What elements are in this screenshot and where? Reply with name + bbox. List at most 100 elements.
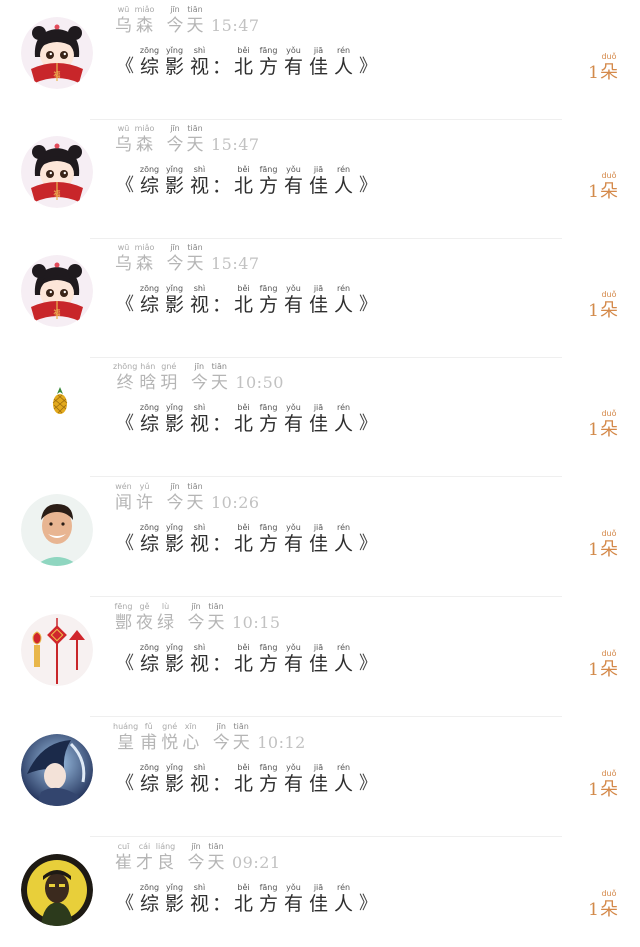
user-name[interactable]: wū 乌 miǎo 森 xyxy=(113,124,155,156)
user-name[interactable]: wén 闻 yǔ 许 xyxy=(113,482,155,514)
ruby-char: fāng 方 xyxy=(256,46,281,78)
close-quote: 》 xyxy=(359,893,378,914)
hanzi: 酆 xyxy=(115,613,132,633)
title-colon: ： xyxy=(212,413,232,435)
list-item[interactable]: zhōng 终 hán 晗 gné 玥 jīn 今 tiān 天 10:50 《 zōng 综 yǐng 影 s… xyxy=(0,357,640,477)
ruby-char: miǎo 森 xyxy=(134,243,155,275)
ruby-char: yǒu 有 xyxy=(281,403,306,435)
anime-girl-avatar[interactable]: 福 xyxy=(21,17,93,89)
flower-count: 1 duǒ 朵 xyxy=(588,889,618,921)
timestamp: 10:50 xyxy=(235,373,284,392)
date-word: jīn 今 tiān 天 xyxy=(211,722,251,754)
hanzi: 晗 xyxy=(139,373,157,393)
list-item[interactable]: 福 wū 乌 miǎo 森 jīn 今 tiān 天 15:47 《 zōng 综 yǐng 影 shì 视：… xyxy=(0,238,640,358)
pinyin: miǎo xyxy=(134,243,155,252)
hanzi: 朵 xyxy=(600,779,618,800)
list-item[interactable]: 福 wū 乌 miǎo 森 jīn 今 tiān 天 15:47 《 zōng 综 yǐng 影 shì 视：… xyxy=(0,119,640,239)
work-title[interactable]: 《 zōng 综 yǐng 影 shì 视： běi 北 fāng 方 yǒu 有 jiā 佳 rén 人》 xyxy=(113,403,380,435)
pinyin: jiā xyxy=(313,763,324,772)
user-name[interactable]: wū 乌 miǎo 森 xyxy=(113,5,155,37)
ruby-char: shì 视 xyxy=(187,46,212,78)
open-quote: 《 xyxy=(116,56,134,77)
ruby-char: zōng 综 xyxy=(137,643,162,675)
ruby-char: huáng 皇 xyxy=(113,722,138,754)
list-item[interactable]: huáng 皇 fǔ 甫 gné 悦 xīn 心 jīn 今 tiān 天 10:12 《 zōng 综 yǐn… xyxy=(0,717,640,837)
hanzi: 森 xyxy=(136,135,153,155)
user-name[interactable]: zhōng 终 hán 晗 gné 玥 xyxy=(113,362,179,394)
list-item[interactable]: cuī 崔 cái 才 liáng 良 jīn 今 tiān 天 09:21 《 zōng 综 yǐng 影 s… xyxy=(0,837,640,947)
ruby-char: yǐng 影 xyxy=(162,523,187,555)
ruby-char: rén 人 xyxy=(331,403,356,435)
work-title[interactable]: 《 zōng 综 yǐng 影 shì 视： běi 北 fāng 方 yǒu 有 jiā 佳 rén 人》 xyxy=(113,883,380,915)
pinyin: běi xyxy=(237,763,250,772)
pinyin: jīn xyxy=(170,482,180,491)
anime-girl-avatar[interactable]: 福 xyxy=(21,255,93,327)
pinyin: lù xyxy=(161,602,170,611)
item-meta: wén 闻 yǔ 许 jīn 今 tiān 天 10:26 xyxy=(113,482,260,514)
work-title[interactable]: 《 zōng 综 yǐng 影 shì 视： běi 北 fāng 方 yǒu 有 jiā 佳 rén 人》 xyxy=(113,46,380,78)
work-title[interactable]: 《 zōng 综 yǐng 影 shì 视： běi 北 fāng 方 yǒu 有 jiā 佳 rén 人》 xyxy=(113,523,380,555)
anime-blue-avatar[interactable] xyxy=(21,734,93,806)
smiling-man-avatar[interactable] xyxy=(21,494,93,566)
hanzi: 皇 xyxy=(117,733,135,753)
ruby-char: jīn 今 xyxy=(211,722,231,754)
ruby-char: hán 晗 xyxy=(137,362,158,394)
pinyin: tiān xyxy=(187,5,203,14)
ruby-char: shì 视 xyxy=(187,763,212,795)
hanzi: 方 xyxy=(259,175,279,197)
user-name[interactable]: huáng 皇 fǔ 甫 gné 悦 xīn 心 xyxy=(113,722,201,754)
hanzi: 今 xyxy=(166,16,184,36)
pinyin: jīn xyxy=(170,243,180,252)
ruby-char: yǒu 有 xyxy=(281,165,306,197)
list-item[interactable]: 福 wū 乌 miǎo 森 jīn 今 tiān 天 15:47 《 zōng 综 yǐng 影 shì 视：… xyxy=(0,0,640,120)
pinyin: tiān xyxy=(211,362,227,371)
ruby-char: jiā 佳 xyxy=(306,403,331,435)
list-item[interactable]: wén 闻 yǔ 许 jīn 今 tiān 天 10:26 《 zōng 综 yǐng 影 shì 视： běi… xyxy=(0,477,640,597)
pinyin: fāng xyxy=(259,284,278,293)
gift-list: 福 wū 乌 miǎo 森 jīn 今 tiān 天 15:47 《 zōng 综 yǐng 影 shì 视：… xyxy=(0,0,640,947)
pinyin: tiān xyxy=(208,842,224,851)
pinyin: yǒu xyxy=(286,763,301,772)
ruby-char: fāng 方 xyxy=(256,643,281,675)
ruby-char: běi 北 xyxy=(231,165,256,197)
portrait-yellow-avatar[interactable] xyxy=(21,854,93,926)
timestamp: 15:47 xyxy=(211,254,260,273)
pinyin: rén xyxy=(336,763,351,772)
hanzi: 视 xyxy=(189,773,209,795)
ruby-char: jiā 佳 xyxy=(306,284,331,316)
ruby-char: shì 视 xyxy=(187,284,212,316)
hanzi: 有 xyxy=(284,773,304,795)
hanzi: 朵 xyxy=(600,539,618,560)
work-title[interactable]: 《 zōng 综 yǐng 影 shì 视： běi 北 fāng 方 yǒu 有 jiā 佳 rén 人》 xyxy=(113,284,380,316)
list-item[interactable]: fēng 酆 gě 夜 lù 绿 jīn 今 tiān 天 10:15 《 zōng 综 yǐng 影 shì 视… xyxy=(0,597,640,717)
pinyin: jīn xyxy=(191,602,201,611)
open-quote: 《 xyxy=(116,653,134,674)
ruby-char: jiā 佳 xyxy=(306,883,331,915)
close-quote: 》 xyxy=(359,533,378,554)
user-name[interactable]: fēng 酆 gě 夜 lù 绿 xyxy=(113,602,176,634)
timestamp: 10:26 xyxy=(211,493,260,512)
ruby-char: gné 玥 xyxy=(158,362,179,394)
hanzi: 乌 xyxy=(115,135,132,155)
ruby-char: duǒ 朵 xyxy=(600,769,618,801)
work-title[interactable]: 《 zōng 综 yǐng 影 shì 视： běi 北 fāng 方 yǒu 有 jiā 佳 rén 人》 xyxy=(113,763,380,795)
pinyin: zōng xyxy=(139,643,160,652)
anime-girl-avatar[interactable]: 福 xyxy=(21,136,93,208)
user-name[interactable]: wū 乌 miǎo 森 xyxy=(113,243,155,275)
ruby-char: jīn 今 xyxy=(165,482,185,514)
hanzi: 有 xyxy=(284,653,304,675)
work-title[interactable]: 《 zōng 综 yǐng 影 shì 视： běi 北 fāng 方 yǒu 有 jiā 佳 rén 人》 xyxy=(113,643,380,675)
pinyin: běi xyxy=(237,165,250,174)
pineapple-icon[interactable] xyxy=(50,387,70,415)
ruby-char: fāng 方 xyxy=(256,403,281,435)
pinyin: tiān xyxy=(187,124,203,133)
user-name[interactable]: cuī 崔 cái 才 liáng 良 xyxy=(113,842,176,874)
chinese-knot-avatar[interactable] xyxy=(21,614,93,686)
hanzi: 玥 xyxy=(160,373,178,393)
hanzi: 朵 xyxy=(600,899,618,920)
hanzi: 佳 xyxy=(309,893,329,915)
ruby-char: yǐng 影 xyxy=(162,403,187,435)
ruby-char: jīn 今 xyxy=(189,362,209,394)
work-title[interactable]: 《 zōng 综 yǐng 影 shì 视： běi 北 fāng 方 yǒu 有 jiā 佳 rén 人》 xyxy=(113,165,380,197)
ruby-char: tiān 天 xyxy=(206,602,226,634)
